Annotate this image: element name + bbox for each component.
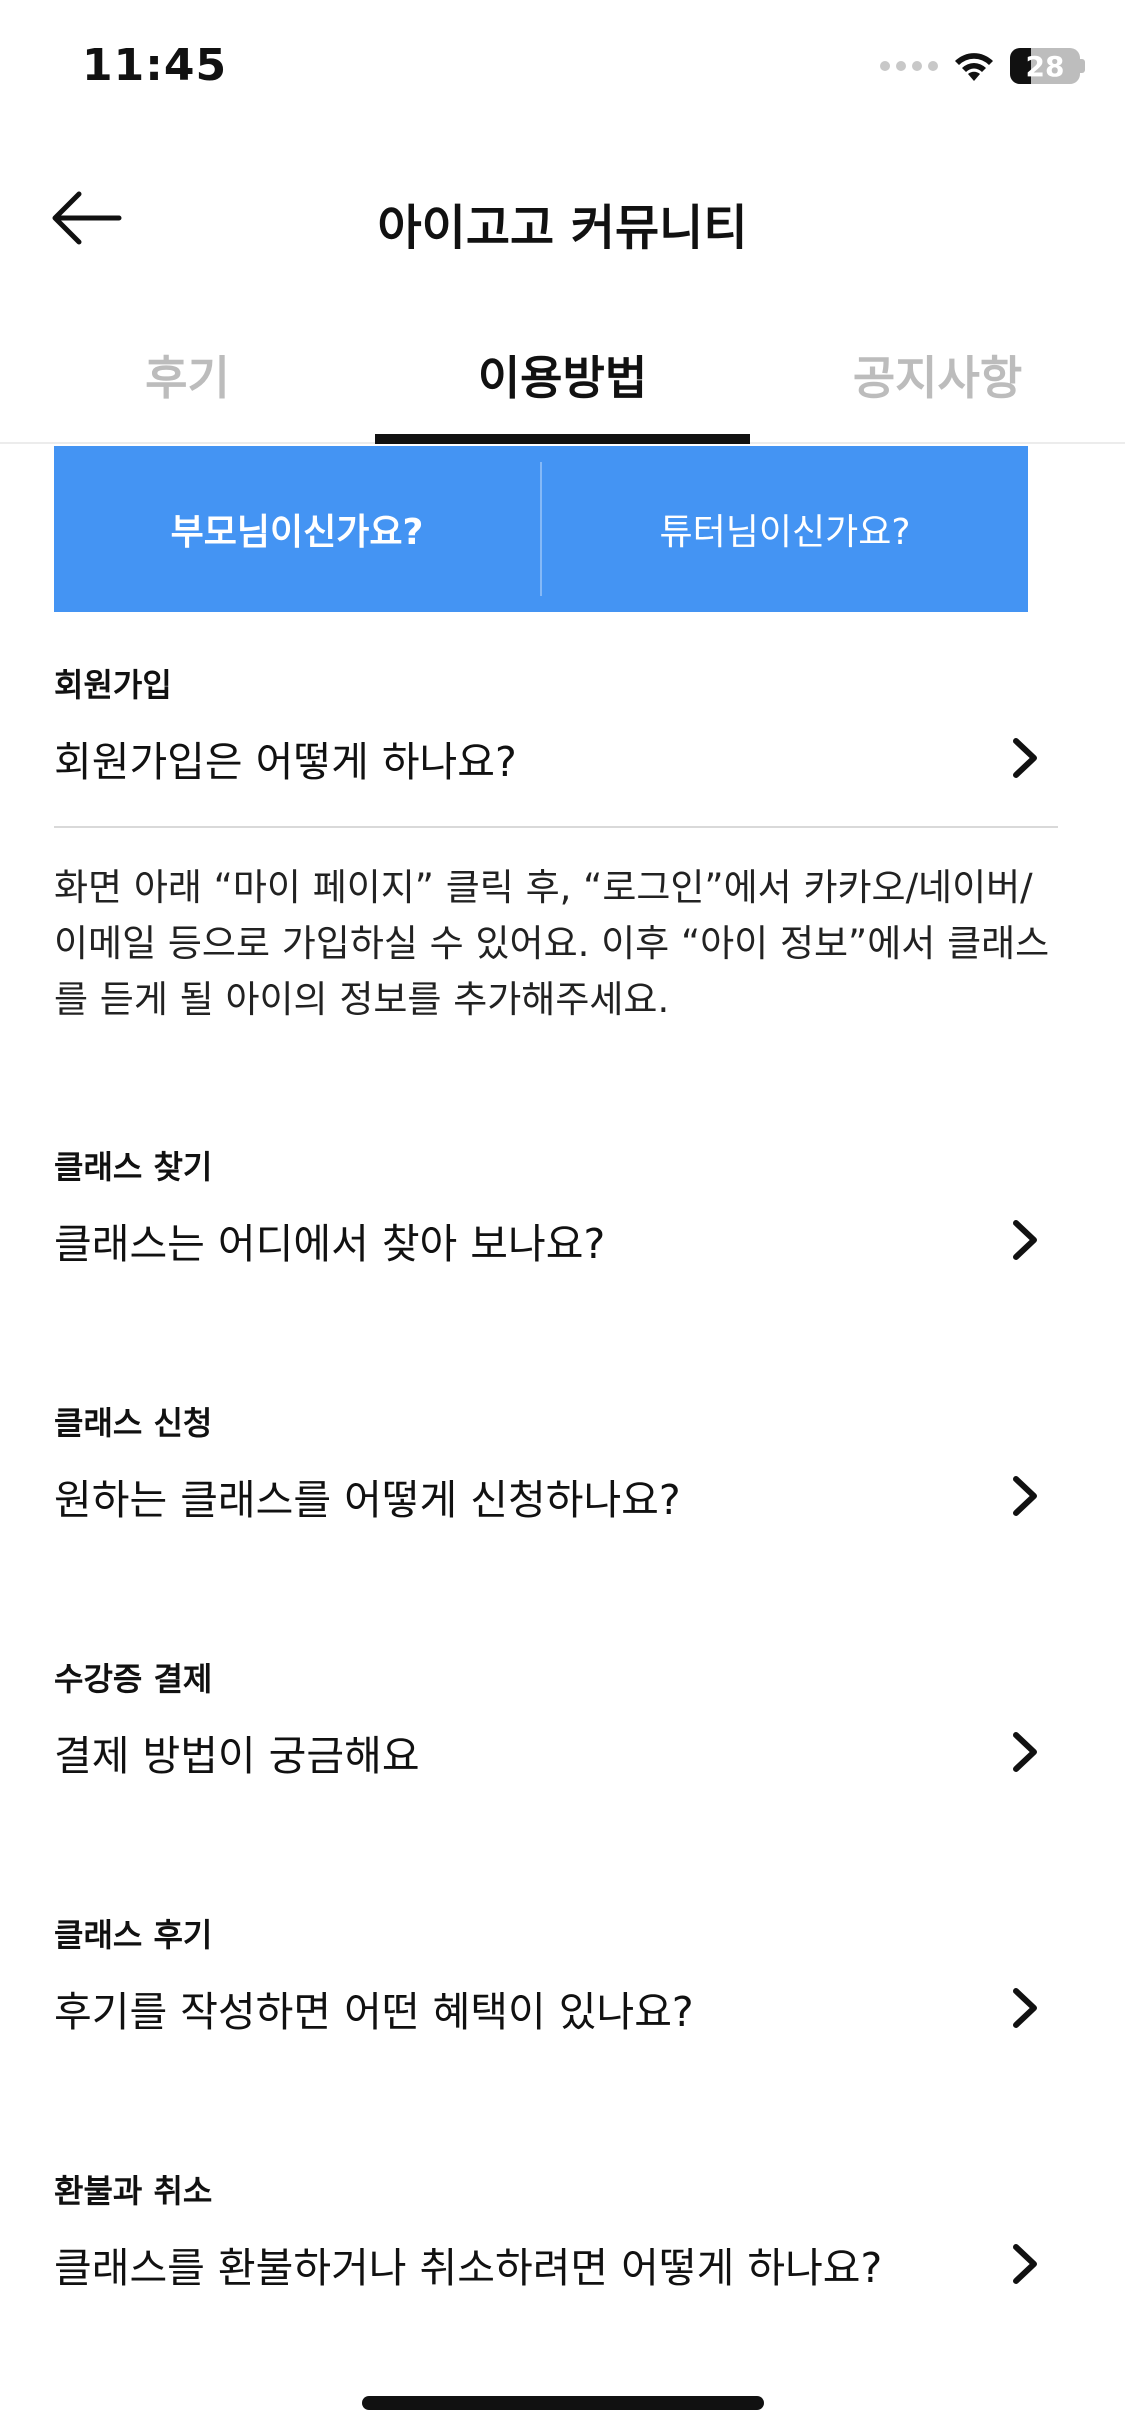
page-title: 아이고고 커뮤니티	[377, 200, 748, 256]
faq-question: 클래스를 환불하거나 취소하려면 어떻게 하나요?	[54, 2244, 883, 2292]
faq-question-row[interactable]: 결제 방법이 궁금해요	[54, 1722, 1058, 1782]
faq-item-review: 클래스 후기 후기를 작성하면 어떤 혜택이 있나요?	[54, 1910, 1058, 2038]
tab-reviews[interactable]: 후기	[0, 320, 375, 442]
battery-level: 28	[1025, 49, 1065, 83]
faq-item-refund: 환불과 취소 클래스를 환불하거나 취소하려면 어떻게 하나요?	[54, 2166, 1058, 2294]
status-bar: 11:45 28	[0, 0, 1125, 140]
faq-question-row[interactable]: 회원가입은 어떻게 하나요?	[54, 728, 1058, 788]
faq-question-row[interactable]: 클래스는 어디에서 찾아 보나요?	[54, 1210, 1058, 1270]
status-time: 11:45	[82, 40, 228, 91]
faq-question: 원하는 클래스를 어떻게 신청하나요?	[54, 1476, 681, 1524]
faq-category: 클래스 신청	[54, 1404, 213, 1442]
faq-divider	[54, 826, 1058, 828]
faq-item-signup: 회원가입 회원가입은 어떻게 하나요? 화면 아래 “마이 페이지” 클릭 후,…	[54, 660, 1058, 1028]
faq-question: 후기를 작성하면 어떤 혜택이 있나요?	[54, 1988, 694, 2036]
faq-category: 회원가입	[54, 666, 172, 704]
faq-answer: 화면 아래 “마이 페이지” 클릭 후, “로그인”에서 카카오/네이버/이메일…	[54, 866, 1050, 1021]
tab-how-to-use[interactable]: 이용방법	[375, 320, 750, 444]
faq-item-find-class: 클래스 찾기 클래스는 어디에서 찾아 보나요?	[54, 1142, 1058, 1270]
faq-list: 회원가입 회원가입은 어떻게 하나요? 화면 아래 “마이 페이지” 클릭 후,…	[54, 660, 1058, 2294]
role-parent-button[interactable]: 부모님이신가요?	[54, 503, 540, 555]
chevron-right-icon	[1013, 1732, 1037, 1772]
faq-category: 환불과 취소	[54, 2172, 213, 2210]
faq-question: 회원가입은 어떻게 하나요?	[54, 738, 517, 786]
faq-question-row[interactable]: 원하는 클래스를 어떻게 신청하나요?	[54, 1466, 1058, 1526]
role-tutor-button[interactable]: 튜터님이신가요?	[542, 503, 1028, 555]
wifi-icon	[955, 53, 993, 81]
chevron-right-icon	[1013, 2244, 1037, 2284]
status-indicators: 28	[880, 48, 1085, 84]
tab-notices[interactable]: 공지사항	[750, 320, 1125, 442]
faq-category: 수강증 결제	[54, 1660, 213, 1698]
faq-item-apply-class: 클래스 신청 원하는 클래스를 어떻게 신청하나요?	[54, 1398, 1058, 1526]
chevron-right-icon	[1013, 738, 1037, 778]
tab-bar: 후기 이용방법 공지사항	[0, 320, 1125, 444]
cellular-signal-icon	[880, 61, 938, 71]
faq-question: 결제 방법이 궁금해요	[54, 1732, 420, 1780]
faq-question-row[interactable]: 클래스를 환불하거나 취소하려면 어떻게 하나요?	[54, 2234, 1058, 2294]
home-indicator	[362, 2396, 764, 2410]
faq-item-payment: 수강증 결제 결제 방법이 궁금해요	[54, 1654, 1058, 1782]
chevron-right-icon	[1013, 1476, 1037, 1516]
faq-question: 클래스는 어디에서 찾아 보나요?	[54, 1220, 606, 1268]
faq-category: 클래스 후기	[54, 1916, 213, 1954]
faq-question-row[interactable]: 후기를 작성하면 어떤 혜택이 있나요?	[54, 1978, 1058, 2038]
chevron-right-icon	[1013, 1988, 1037, 2028]
header: 아이고고 커뮤니티	[0, 160, 1125, 270]
role-selector: 부모님이신가요? 튜터님이신가요?	[54, 446, 1028, 612]
battery-icon: 28	[1010, 48, 1085, 84]
faq-category: 클래스 찾기	[54, 1148, 213, 1186]
chevron-right-icon	[1013, 1220, 1037, 1260]
